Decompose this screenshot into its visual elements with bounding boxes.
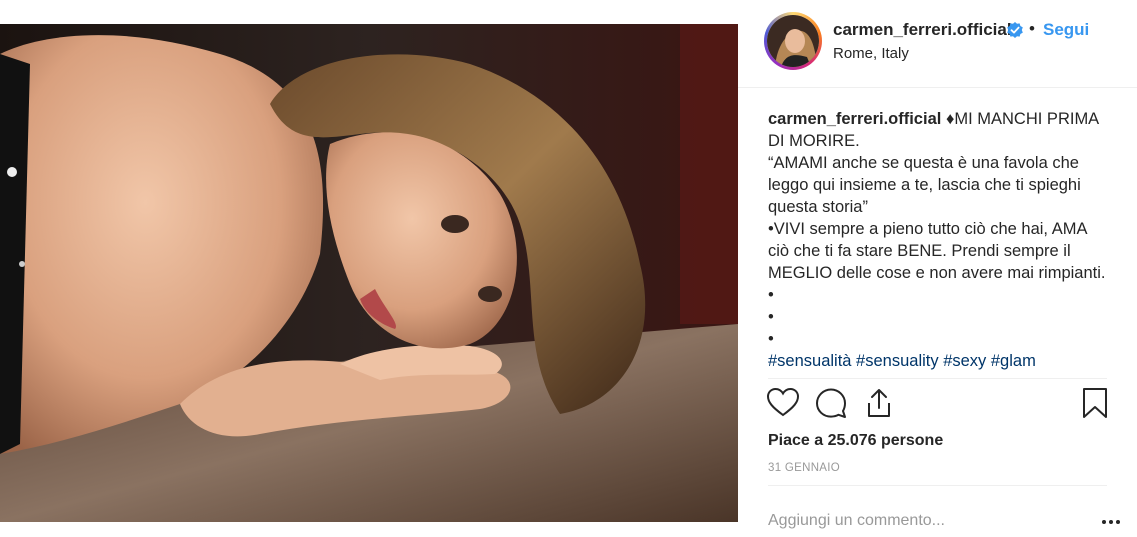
caption-line: • xyxy=(768,308,774,326)
post-caption: carmen_ferreri.official ♦MI MANCHI PRIMA… xyxy=(768,108,1108,376)
location-link[interactable]: Rome, Italy xyxy=(833,45,909,62)
caption-line: • xyxy=(768,330,774,348)
caption-line: “AMAMI anche se questa è una favola che … xyxy=(768,154,1086,216)
caption-line: •VIVI sempre a pieno tutto ciò che hai, … xyxy=(768,220,1106,282)
follow-button[interactable]: Segui xyxy=(1043,20,1089,40)
verified-badge-icon xyxy=(1007,22,1023,38)
add-comment-input[interactable]: Aggiungi un commento... xyxy=(768,512,945,530)
comment-bubble-icon[interactable] xyxy=(814,386,848,420)
post-header: carmen_ferreri.official • Segui Rome, It… xyxy=(738,0,1137,88)
avatar[interactable] xyxy=(767,15,819,67)
separator-dot: • xyxy=(1029,19,1035,38)
share-icon[interactable] xyxy=(862,386,896,420)
caption-line: • xyxy=(768,286,774,304)
more-options-icon[interactable] xyxy=(1100,512,1122,532)
post-sidebar: carmen_ferreri.official • Segui Rome, It… xyxy=(738,0,1137,536)
bookmark-icon[interactable] xyxy=(1078,386,1112,420)
portrait-image xyxy=(0,24,738,522)
divider xyxy=(768,485,1107,486)
post-actions xyxy=(766,386,1111,426)
divider xyxy=(768,378,1107,379)
likes-count[interactable]: Piace a 25.076 persone xyxy=(768,432,943,450)
heart-icon[interactable] xyxy=(766,386,800,420)
post-date[interactable]: 31 GENNAIO xyxy=(768,462,840,474)
post-photo-panel xyxy=(0,0,738,536)
caption-username[interactable]: carmen_ferreri.official xyxy=(768,110,941,128)
post-photo[interactable] xyxy=(0,24,738,522)
username-link[interactable]: carmen_ferreri.official xyxy=(833,20,1012,40)
avatar-story-ring[interactable] xyxy=(764,12,822,70)
caption-hashtags[interactable]: #sensualità #sensuality #sexy #glam xyxy=(768,352,1036,370)
